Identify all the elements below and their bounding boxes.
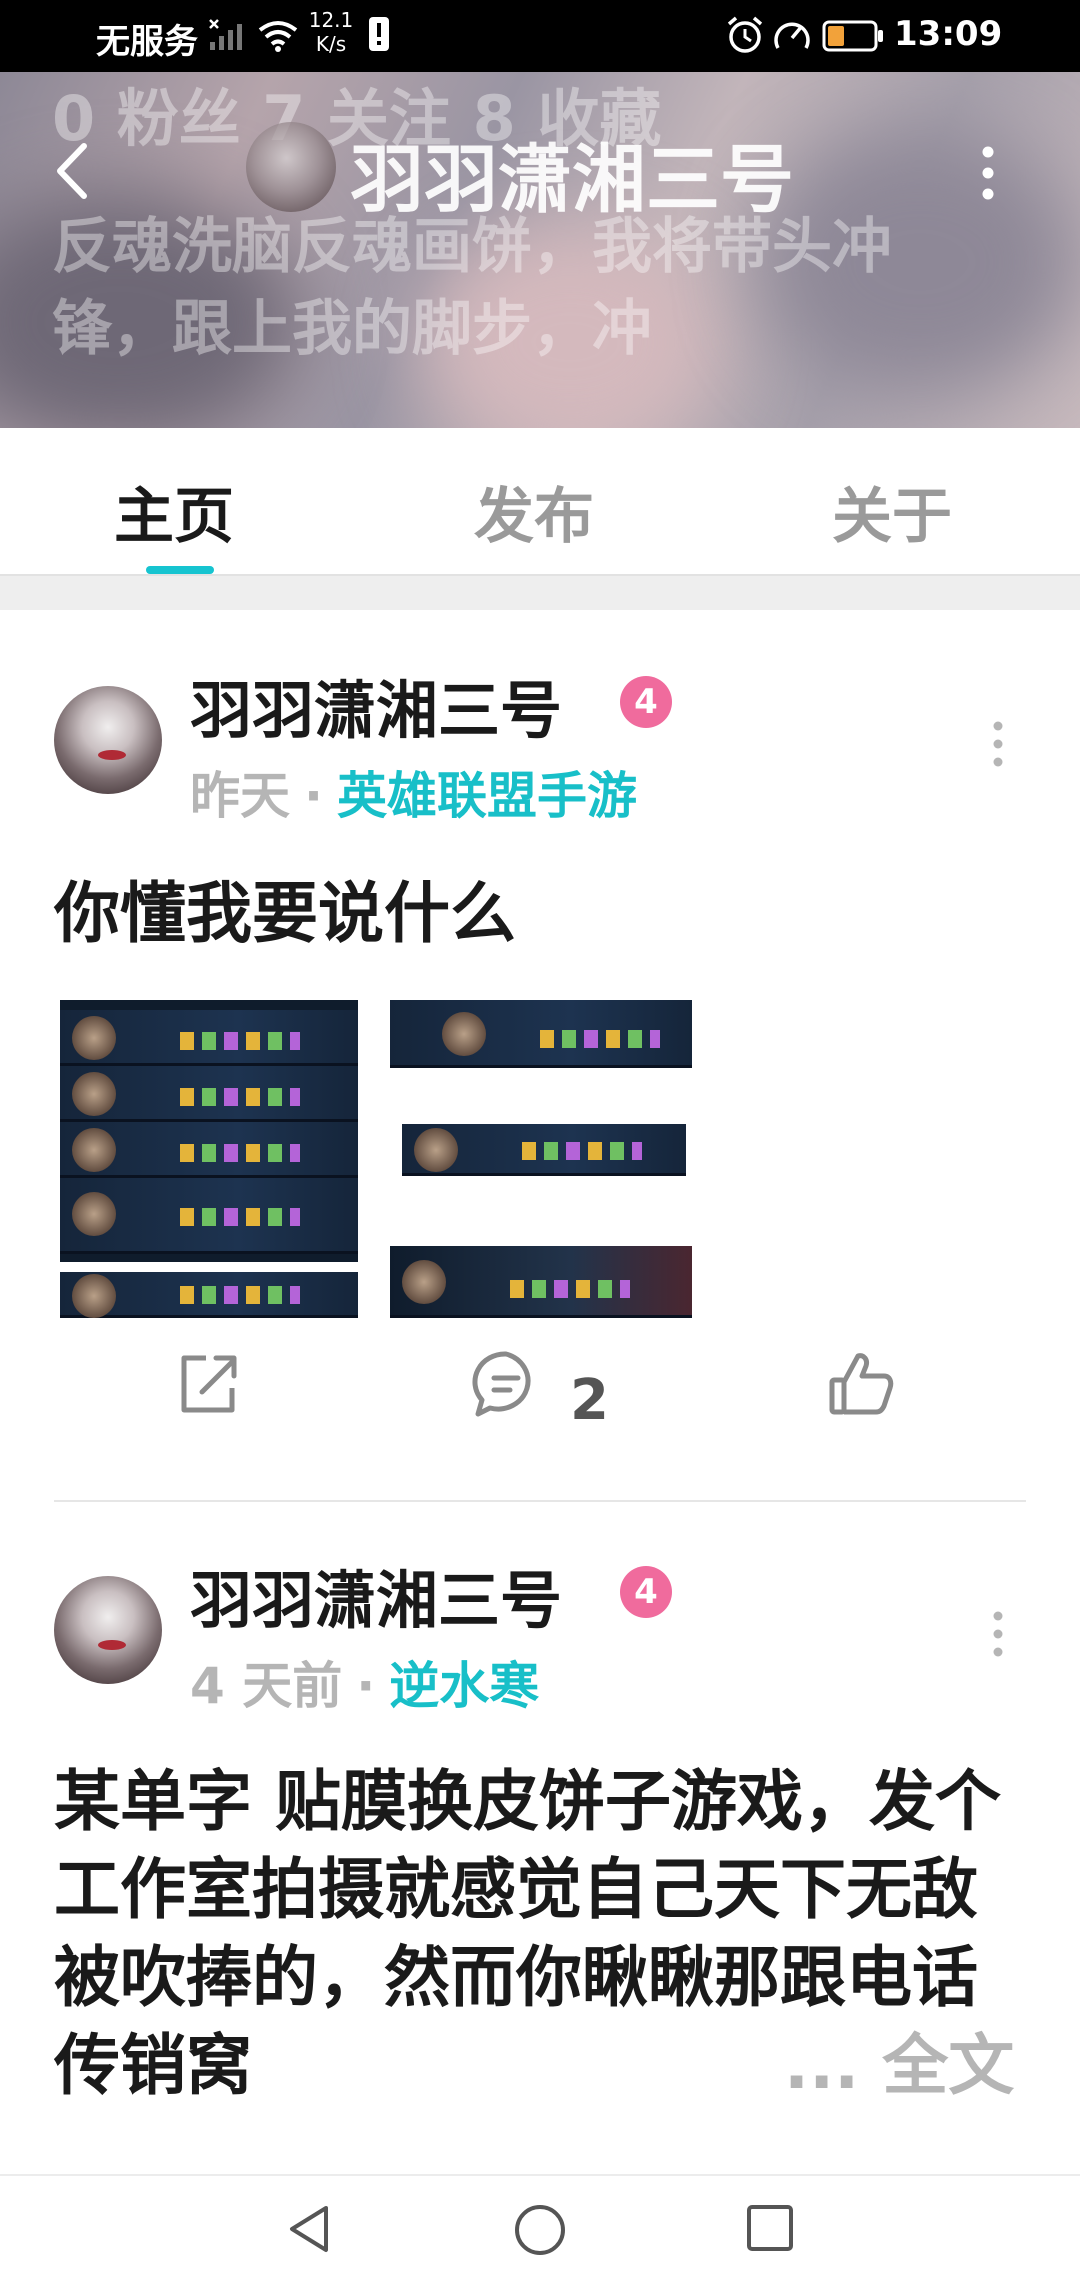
post-meta: 4 天前 · 逆水寒 — [190, 1646, 539, 1718]
comment-count[interactable]: 2 — [570, 1368, 609, 1433]
page-title: 羽羽潇湘三号 — [350, 137, 794, 223]
meta-separator: · — [356, 1657, 376, 1715]
status-bar: 无服务 12.1 K/s 13:09 — [0, 0, 1080, 72]
post-more-button[interactable] — [986, 714, 1010, 774]
image-row — [390, 1246, 692, 1318]
net-speed-unit: K/s — [315, 32, 347, 56]
post-body[interactable]: 你懂我要说什么 — [54, 870, 1034, 958]
back-button[interactable] — [44, 136, 104, 206]
profile-bio-line2: 锋，跟上我的脚步，冲 — [52, 294, 652, 364]
section-divider — [0, 574, 1080, 610]
net-speed: 12.1 K/s — [306, 8, 356, 56]
more-button[interactable] — [966, 138, 1010, 208]
post-time: 昨天 — [190, 767, 290, 825]
tab-posts[interactable]: 发布 — [474, 468, 594, 555]
post-game-tag[interactable]: 逆水寒 — [389, 1657, 539, 1715]
tab-home[interactable]: 主页 — [114, 468, 234, 555]
tab-about[interactable]: 关于 — [832, 468, 952, 555]
speedometer-icon — [772, 16, 812, 58]
post-image[interactable] — [390, 1000, 692, 1318]
post-author[interactable]: 羽羽潇湘三号 — [190, 660, 562, 750]
image-gap — [60, 1262, 358, 1272]
nav-recents-icon[interactable] — [744, 2202, 796, 2258]
post-image[interactable] — [60, 1000, 358, 1318]
image-row — [60, 1066, 358, 1122]
post-meta: 昨天 · 英雄联盟手游 — [190, 756, 637, 828]
post-game-tag[interactable]: 英雄联盟手游 — [337, 767, 637, 825]
read-more-link[interactable]: 全文 — [882, 2027, 1014, 2104]
image-row — [60, 1272, 358, 1318]
level-badge: 4 — [620, 676, 672, 728]
back-icon — [57, 143, 87, 199]
net-speed-value: 12.1 — [308, 8, 354, 32]
battery-icon — [822, 20, 884, 56]
more-vertical-icon — [993, 1611, 1003, 1657]
read-more[interactable]: ... 全文 — [776, 2022, 1015, 2110]
post-actions: 2 — [0, 1348, 1080, 1468]
image-row — [60, 1010, 358, 1066]
post-more-button[interactable] — [986, 1604, 1010, 1664]
image-row — [402, 1124, 686, 1176]
carrier-label: 无服务 — [96, 22, 198, 62]
more-vertical-icon — [982, 146, 994, 200]
post-author[interactable]: 羽羽潇湘三号 — [190, 1550, 562, 1640]
image-row — [60, 1178, 358, 1254]
ellipsis: ... — [784, 2027, 860, 2104]
image-row — [60, 1122, 358, 1178]
profile-header: 0 粉丝 7 关注 8 收藏 反魂洗脑反魂画饼，我将带头冲 锋，跟上我的脚步，冲… — [0, 72, 1080, 428]
post-image-grid — [60, 1000, 692, 1318]
alarm-icon — [726, 16, 764, 58]
nav-back-icon[interactable] — [284, 2202, 336, 2260]
signal-icon — [208, 18, 248, 56]
header-avatar — [246, 122, 336, 212]
level-badge: 4 — [620, 1566, 672, 1618]
image-row — [390, 1000, 692, 1068]
system-nav-bar — [0, 2174, 1080, 2280]
avatar[interactable] — [54, 1576, 162, 1684]
post-separator — [54, 1500, 1026, 1502]
avatar[interactable] — [54, 686, 162, 794]
share-icon[interactable] — [172, 1348, 244, 1424]
post-time: 4 天前 — [190, 1657, 343, 1715]
like-icon[interactable] — [826, 1348, 898, 1424]
wifi-icon — [256, 18, 300, 56]
notification-icon — [368, 16, 390, 56]
comment-icon[interactable] — [470, 1348, 542, 1424]
nav-home-icon[interactable] — [512, 2202, 568, 2262]
clock: 13:09 — [894, 14, 1003, 54]
meta-separator: · — [304, 767, 323, 825]
more-vertical-icon — [993, 721, 1003, 767]
tab-indicator — [146, 566, 214, 574]
profile-tabs: 主页 发布 关于 — [0, 428, 1080, 574]
